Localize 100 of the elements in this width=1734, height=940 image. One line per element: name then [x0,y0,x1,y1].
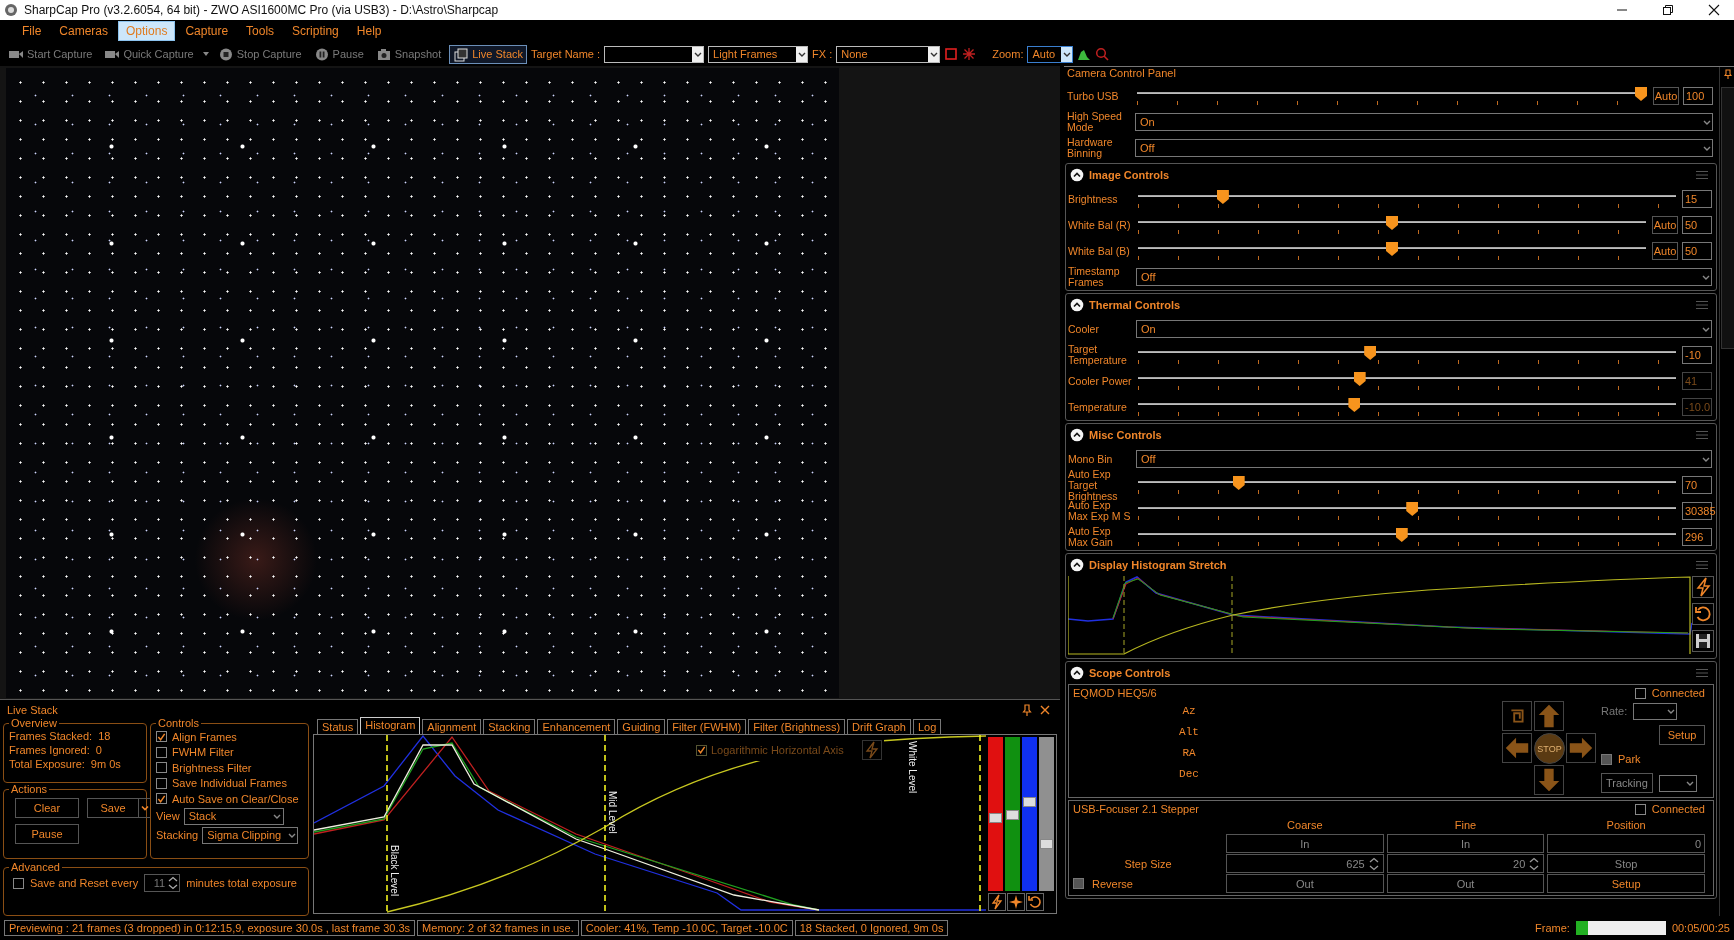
restore-icon[interactable] [1662,4,1674,16]
stop-button[interactable]: STOP [1534,733,1565,764]
lightning-icon[interactable] [988,893,1006,911]
slider-thumb[interactable] [989,813,1002,824]
checkbox[interactable] [1073,878,1084,889]
menu-icon[interactable] [1696,300,1708,310]
menu-item[interactable]: Cameras [51,21,117,41]
pause-button[interactable]: Pause [15,824,79,844]
tracking-dropdown[interactable] [1658,774,1697,792]
dropdown[interactable]: Off [1135,139,1713,157]
reset-icon[interactable] [1692,603,1714,625]
save-button[interactable]: Save [87,798,151,818]
pin-icon[interactable] [1022,703,1032,716]
slider-thumb[interactable] [1006,810,1019,821]
slider-thumb[interactable] [1406,502,1419,516]
step-size-field[interactable]: 625 [1226,854,1384,873]
close-icon[interactable] [1040,704,1050,715]
checkbox[interactable] [156,731,167,743]
slider-thumb[interactable] [1353,372,1366,386]
spin-arrows-icon[interactable] [167,876,180,890]
auto-button[interactable]: Auto [1652,216,1678,234]
histogram-icon[interactable] [1077,47,1092,61]
checkbox[interactable] [156,777,167,789]
menu-icon[interactable] [1696,668,1708,678]
vertical-slider[interactable] [1005,737,1020,891]
auto-button[interactable]: Auto [1652,242,1678,260]
checkbox[interactable] [156,793,167,805]
tab[interactable]: Enhancement [537,719,616,734]
chevron-icon[interactable] [1070,428,1084,442]
dropdown[interactable]: On [1136,320,1712,338]
square-icon[interactable] [944,47,959,61]
toolbar-button[interactable]: Live Stack [449,44,527,64]
auto-button[interactable]: Auto [1653,87,1679,105]
target-name-field[interactable] [604,45,705,63]
checkbox[interactable] [696,744,707,756]
value-field[interactable]: -10 [1682,346,1712,364]
slider-thumb[interactable] [1364,346,1377,360]
out-button[interactable]: Out [1386,874,1545,893]
minutes-field[interactable]: 11 [144,874,181,892]
caret-icon[interactable] [201,50,210,58]
checkbox[interactable] [1601,753,1612,765]
slider-thumb[interactable] [1386,216,1398,230]
close-icon[interactable] [1708,4,1720,16]
setup-button[interactable]: Setup [1547,874,1705,893]
in-button[interactable]: In [1386,834,1545,853]
value-field[interactable]: 70 [1682,476,1712,494]
in-button[interactable]: In [1226,834,1384,853]
clear-button[interactable]: Clear [15,798,79,818]
value-field[interactable]: 100 [1683,87,1713,105]
menu-item[interactable]: Help [348,21,390,41]
pin-icon[interactable] [1724,69,1732,79]
slider-thumb[interactable] [1040,839,1053,850]
vertical-slider[interactable] [988,737,1003,891]
out-button[interactable]: Out [1226,874,1384,893]
menu-icon[interactable] [1696,170,1708,180]
vertical-slider[interactable] [1022,737,1037,891]
checkbox[interactable] [156,746,167,758]
setup-button[interactable]: Setup [1659,725,1705,745]
value-field[interactable]: 15 [1682,190,1712,208]
tab[interactable]: Drift Graph [847,719,911,734]
scrollbar-thumb[interactable] [1721,87,1734,349]
dropdown[interactable]: On [1135,113,1713,131]
dropdown[interactable]: Off [1136,268,1712,286]
reset-icon[interactable] [1026,893,1044,911]
slider-thumb[interactable] [1635,87,1647,101]
chevron-icon[interactable] [1070,558,1084,572]
slider-thumb[interactable] [1386,242,1398,256]
tab[interactable]: Alignment [422,719,482,734]
tab[interactable]: Guiding [617,719,666,734]
view-dropdown[interactable]: Stack [183,807,284,825]
value-field[interactable]: 296 [1682,528,1712,546]
value-field[interactable]: 50 [1682,216,1712,234]
menu-item[interactable]: Scripting [284,21,347,41]
checkbox[interactable] [156,762,167,774]
rate-dropdown[interactable] [1633,702,1678,720]
tracking-button[interactable]: Tracking [1601,773,1653,793]
spin-arrows-icon[interactable] [1528,856,1541,871]
scrollbar[interactable] [1719,67,1734,916]
tab[interactable]: Stacking [483,719,536,734]
slider-thumb[interactable] [1232,476,1245,490]
value-field[interactable]: 50 [1682,242,1712,260]
tab[interactable]: Histogram [360,717,421,734]
asterisk-icon[interactable] [962,47,977,61]
checkbox[interactable] [1634,687,1646,699]
slider-thumb[interactable] [1348,398,1361,412]
frame-type-dropdown[interactable]: Light Frames [708,45,809,63]
vertical-slider[interactable] [1039,737,1054,891]
checkbox[interactable] [1634,803,1646,815]
zoom-dropdown[interactable]: Auto [1027,45,1074,63]
menu-item[interactable]: Capture [177,21,237,41]
fx-dropdown[interactable]: None [836,45,941,63]
menu-item[interactable]: Tools [238,21,283,41]
slider-thumb[interactable] [1023,797,1036,808]
star-icon[interactable] [1007,893,1025,911]
chevron-icon[interactable] [1070,168,1084,182]
lightning-icon[interactable] [1692,576,1714,598]
tab[interactable]: Filter (FWHM) [667,719,747,734]
stacking-dropdown[interactable]: Sigma Clipping [202,826,299,844]
chevron-icon[interactable] [1070,298,1084,312]
checkbox[interactable] [13,877,24,889]
